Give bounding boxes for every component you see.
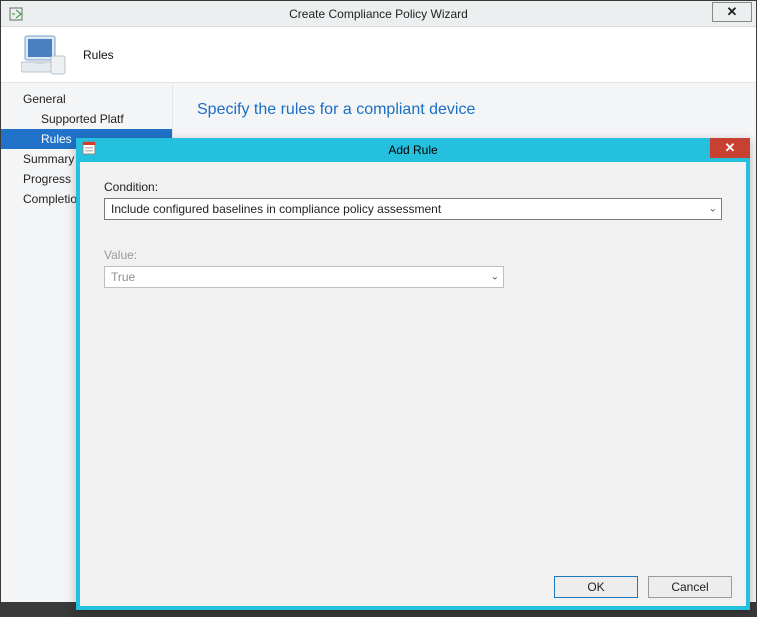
wizard-main-heading: Specify the rules for a compliant device — [197, 101, 732, 119]
wizard-header: Rules — [1, 27, 756, 83]
close-icon: ✕ — [725, 140, 736, 156]
wizard-title-icon — [5, 7, 27, 21]
sidebar-item-label: Rules — [41, 132, 72, 146]
sidebar-item-supported-platf[interactable]: Supported Platf — [1, 109, 172, 129]
add-rule-close-button[interactable]: ✕ — [710, 138, 750, 158]
close-icon: ✕ — [727, 4, 738, 20]
add-rule-titlebar: Add Rule ✕ — [76, 138, 750, 162]
wizard-title: Create Compliance Policy Wizard — [1, 7, 756, 21]
ok-button[interactable]: OK — [554, 576, 638, 598]
sidebar-item-label: Supported Platf — [41, 112, 124, 126]
ok-button-label: OK — [587, 580, 604, 594]
sidebar-item-label: Progress — [23, 172, 71, 186]
condition-label: Condition: — [104, 180, 722, 194]
wizard-titlebar: Create Compliance Policy Wizard ✕ — [1, 1, 756, 27]
cancel-button-label: Cancel — [671, 580, 708, 594]
sidebar-item-label: Summary — [23, 152, 74, 166]
chevron-down-icon: ⌄ — [709, 204, 717, 215]
value-select-value: True — [111, 270, 135, 284]
sidebar-item-label: General — [23, 92, 66, 106]
add-rule-title: Add Rule — [76, 143, 750, 157]
wizard-header-title: Rules — [83, 48, 114, 62]
wizard-close-button[interactable]: ✕ — [712, 2, 752, 22]
wizard-window: Create Compliance Policy Wizard ✕ Rules … — [0, 0, 757, 617]
add-rule-footer: OK Cancel — [554, 576, 732, 598]
cancel-button[interactable]: Cancel — [648, 576, 732, 598]
sidebar-item-general[interactable]: General — [1, 89, 172, 109]
condition-select-value: Include configured baselines in complian… — [111, 202, 441, 216]
computer-icon — [21, 32, 69, 78]
add-rule-body: Condition: Include configured baselines … — [80, 162, 746, 566]
condition-select[interactable]: Include configured baselines in complian… — [104, 198, 722, 220]
value-label: Value: — [104, 248, 722, 262]
value-select: True ⌄ — [104, 266, 504, 288]
form-icon — [82, 141, 100, 159]
sidebar-item-label: Completion — [23, 192, 84, 206]
add-rule-dialog: Add Rule ✕ Condition: Include configured… — [76, 138, 750, 610]
chevron-down-icon: ⌄ — [491, 272, 499, 283]
